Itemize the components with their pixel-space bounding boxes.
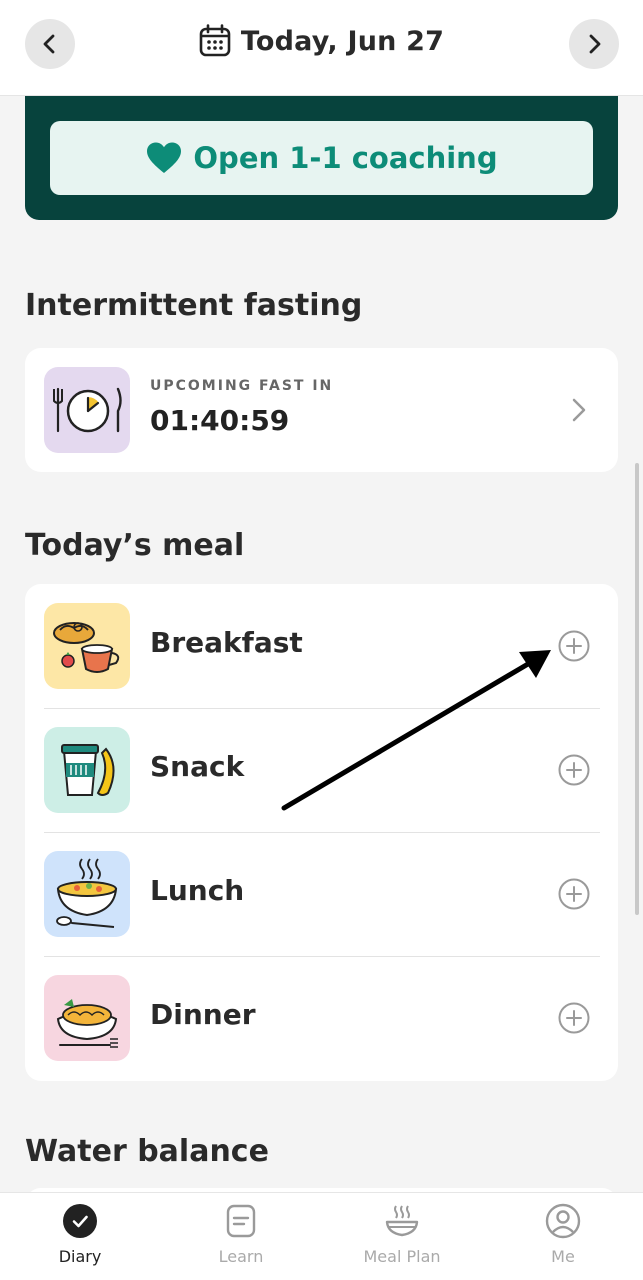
open-coaching-label: Open 1-1 coaching: [193, 141, 498, 175]
next-day-button[interactable]: [569, 19, 619, 69]
check-circle-icon: [63, 1204, 97, 1238]
fast-countdown: 01:40:59: [150, 404, 290, 437]
add-dinner-button[interactable]: [558, 1002, 590, 1034]
meal-row-dinner[interactable]: Dinner: [25, 956, 618, 1080]
lunch-illustration: [44, 851, 130, 937]
current-date-label: Today, Jun 27: [240, 25, 445, 57]
scrollbar[interactable]: [635, 463, 639, 915]
tab-learn[interactable]: Learn: [161, 1193, 321, 1280]
meal-row-snack[interactable]: Snack: [25, 708, 618, 832]
plate-clock-icon: [53, 387, 122, 433]
meal-label-dinner: Dinner: [150, 998, 256, 1031]
meal-label-lunch: Lunch: [150, 874, 245, 907]
tab-label: Meal Plan: [363, 1247, 441, 1266]
calendar-icon: [199, 24, 231, 57]
open-coaching-button[interactable]: Open 1-1 coaching: [50, 121, 593, 195]
date-selector[interactable]: Today, Jun 27: [0, 24, 643, 58]
todays-meal-heading: Today’s meal: [25, 528, 245, 563]
chevron-right-icon: [572, 398, 586, 422]
intermittent-fasting-heading: Intermittent fasting: [25, 288, 363, 323]
lunch-icon: [56, 858, 118, 928]
water-balance-heading: Water balance: [25, 1134, 269, 1169]
meal-label-snack: Snack: [150, 750, 245, 783]
snack-illustration: [44, 727, 130, 813]
tab-diary[interactable]: Diary: [0, 1193, 160, 1280]
snack-icon: [61, 744, 115, 796]
meal-row-lunch[interactable]: Lunch: [25, 832, 618, 956]
meal-row-breakfast[interactable]: Breakfast: [25, 584, 618, 708]
meal-label-breakfast: Breakfast: [150, 626, 303, 659]
add-lunch-button[interactable]: [558, 878, 590, 910]
fasting-card[interactable]: UPCOMING FAST IN 01:40:59: [25, 348, 618, 472]
dinner-icon: [56, 999, 118, 1048]
tab-label: Me: [551, 1247, 575, 1266]
upcoming-fast-label: UPCOMING FAST IN: [150, 378, 334, 394]
add-breakfast-button[interactable]: [558, 630, 590, 662]
breakfast-illustration: [44, 603, 130, 689]
meals-card: Breakfast Snack Lunch Dinner: [25, 584, 618, 1081]
dinner-illustration: [44, 975, 130, 1061]
document-icon: [226, 1204, 256, 1238]
tab-label: Learn: [218, 1247, 264, 1266]
top-bar: Today, Jun 27: [0, 0, 643, 96]
breakfast-icon: [53, 622, 120, 673]
bowl-icon: [385, 1205, 419, 1237]
coaching-banner: Open 1-1 coaching: [25, 96, 618, 220]
tab-me[interactable]: Me: [483, 1193, 643, 1280]
heart-icon: [147, 142, 182, 173]
add-snack-button[interactable]: [558, 754, 590, 786]
tab-label: Diary: [58, 1247, 102, 1266]
fasting-clock-illustration: [44, 367, 130, 453]
bottom-navigation: Diary Learn Meal Plan Me: [0, 1192, 643, 1280]
tab-meal-plan[interactable]: Meal Plan: [322, 1193, 482, 1280]
chevron-right-icon: [589, 34, 601, 54]
person-circle-icon: [545, 1203, 581, 1239]
